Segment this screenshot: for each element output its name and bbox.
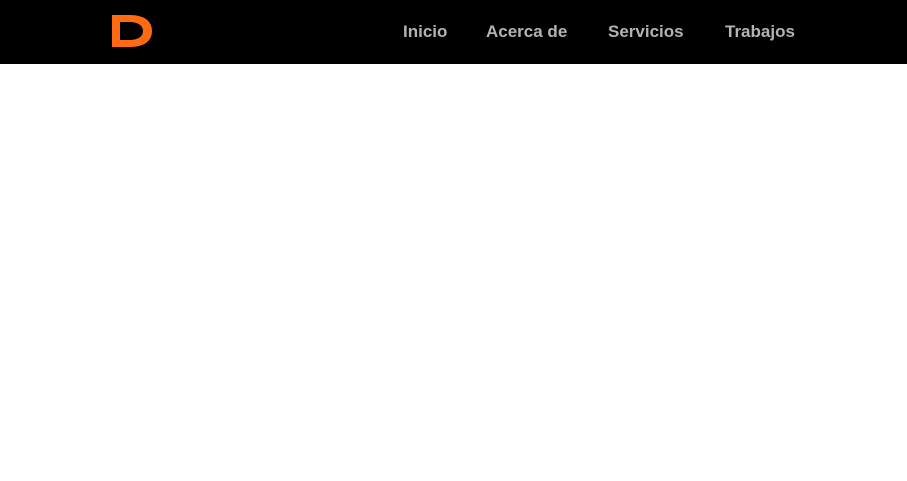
nav-item-inicio[interactable]: Inicio: [403, 21, 447, 43]
nav-item-trabajos[interactable]: Trabajos: [725, 21, 795, 43]
nav-item-acerca-de[interactable]: Acerca de: [486, 21, 567, 43]
main-nav: Inicio Acerca de Servicios Trabajos: [0, 0, 907, 64]
page-content: [0, 64, 907, 481]
top-navbar: Inicio Acerca de Servicios Trabajos: [0, 0, 907, 64]
nav-item-servicios[interactable]: Servicios: [608, 21, 684, 43]
